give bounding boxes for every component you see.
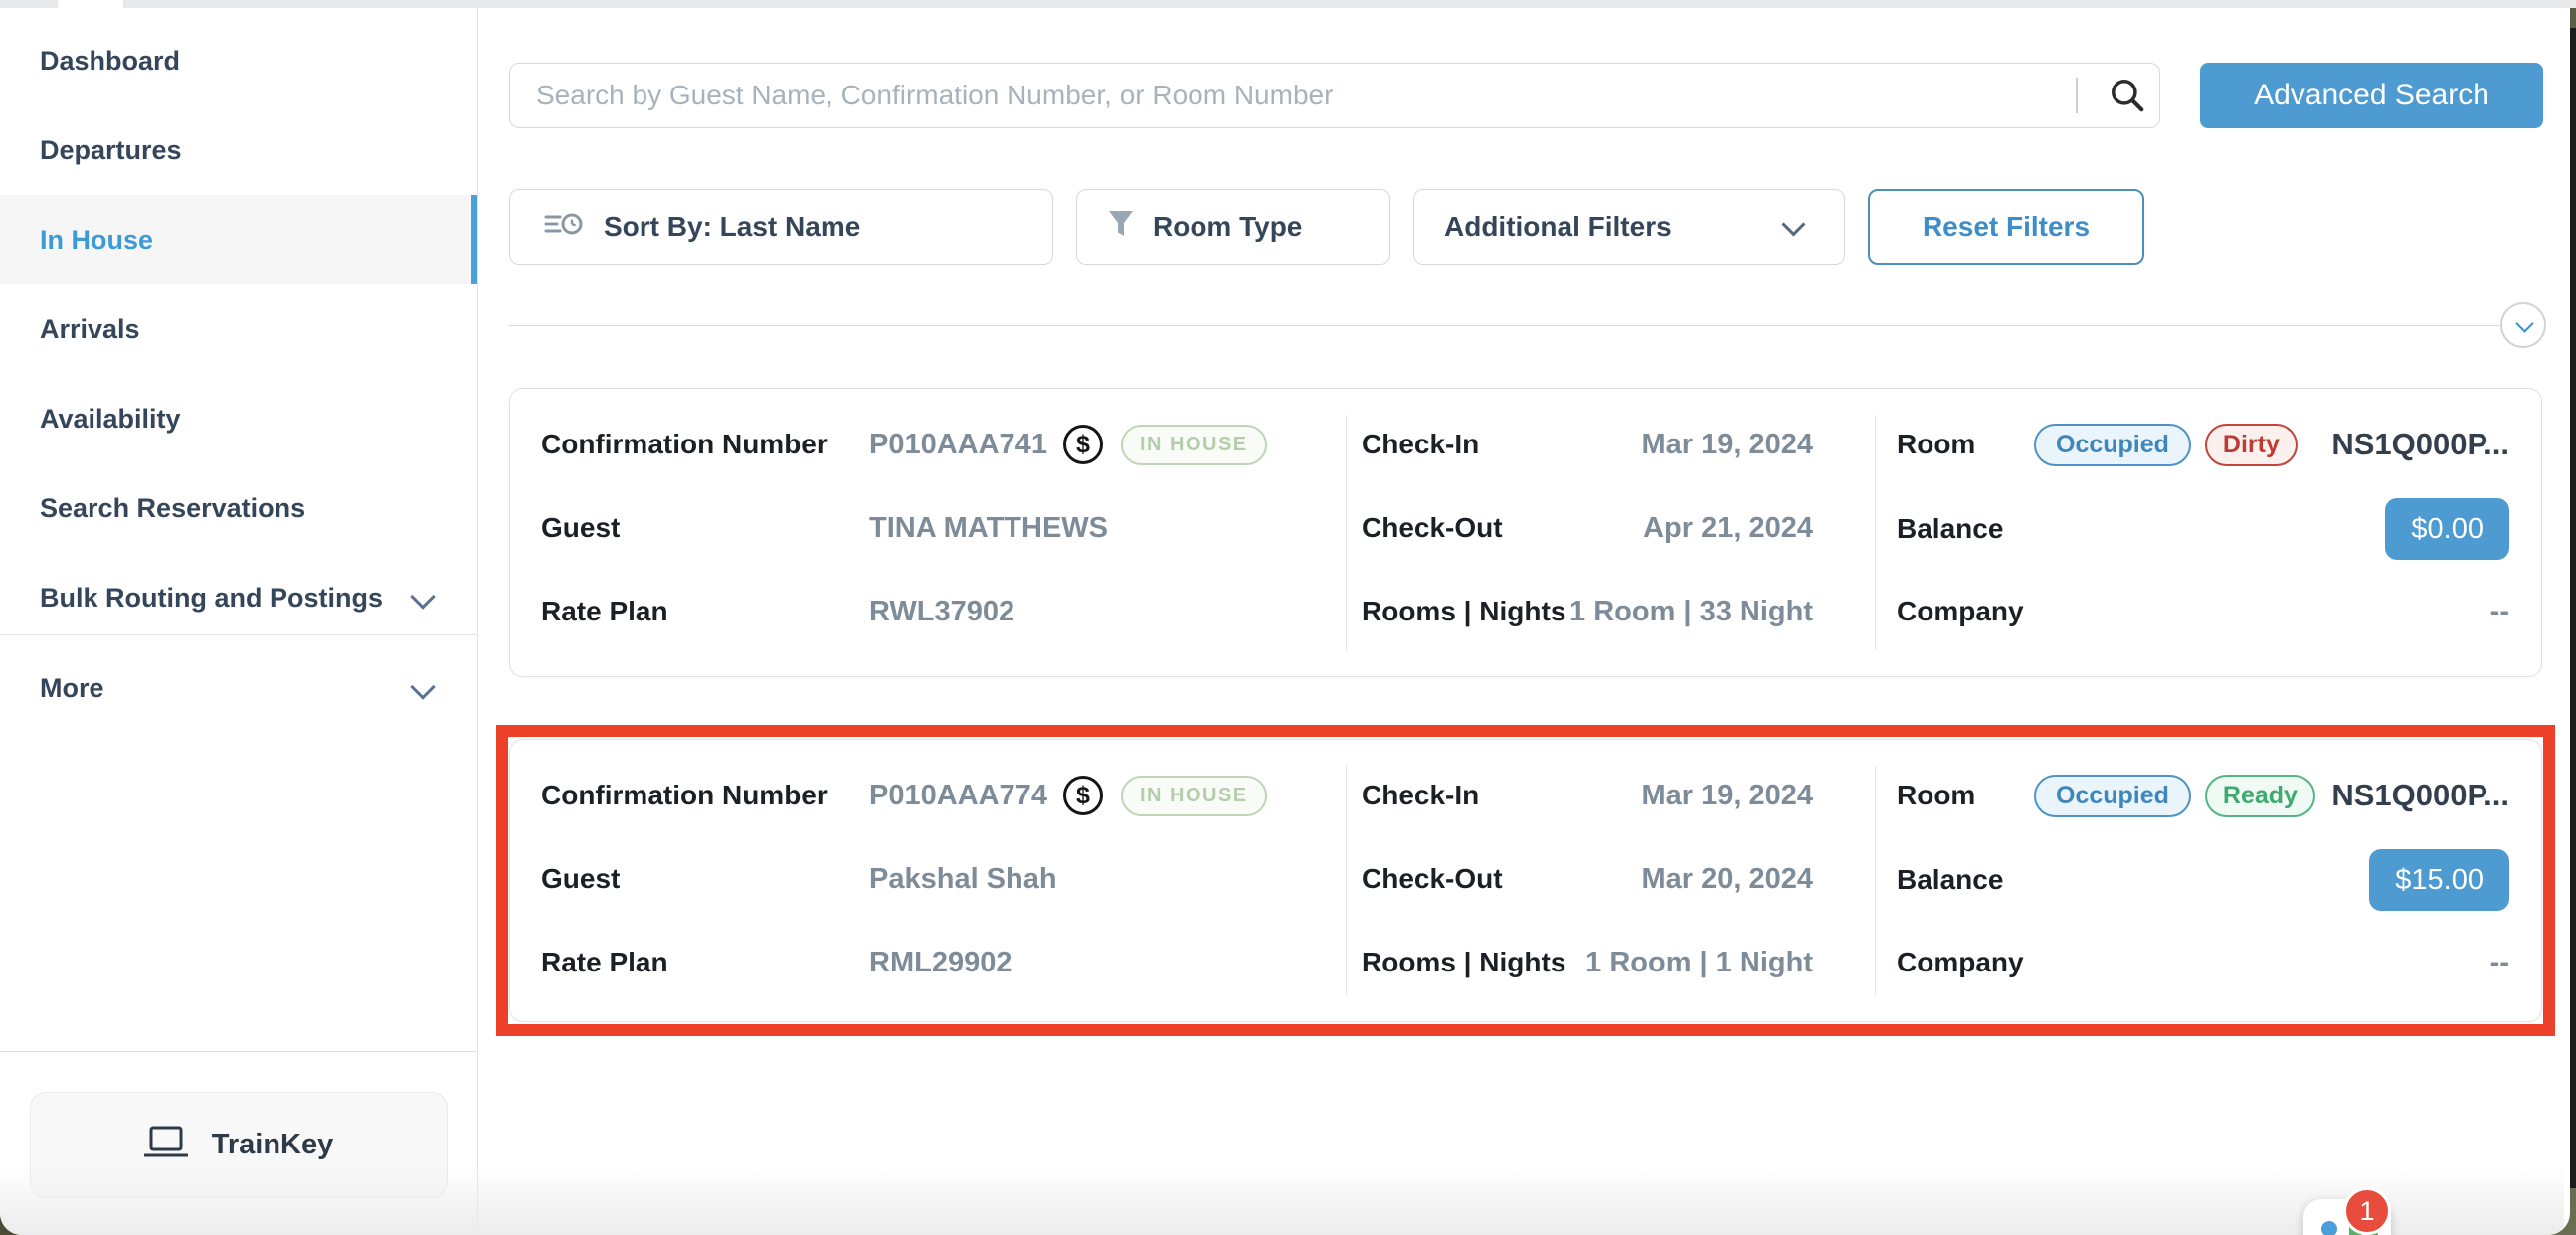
search-icon[interactable] [2096,64,2159,127]
room-number: NS1Q000P... [2331,778,2509,813]
rate-plan-label: Rate Plan [541,596,869,627]
sidebar: Dashboard Departures In House Arrivals A… [0,8,478,1235]
reservation-card[interactable]: Confirmation Number P010AAA741 $ IN HOUS… [509,388,2542,677]
balance-button[interactable]: $0.00 [2385,498,2509,560]
sidebar-item-label: In House [40,225,153,256]
guest-label: Guest [541,863,869,895]
sidebar-item-label: Departures [40,135,182,166]
check-in-label: Check-In [1362,780,1479,811]
company-label: Company [1897,596,2020,627]
company-value: -- [2490,947,2509,979]
sidebar-item-bulk-routing[interactable]: Bulk Routing and Postings [0,553,477,642]
sidebar-item-in-house[interactable]: In House [0,195,477,284]
rooms-nights-value: 1 Room | 1 Night [1585,947,1813,979]
company-label: Company [1897,947,2020,978]
dollar-icon[interactable]: $ [1063,776,1103,815]
check-in-value: Mar 19, 2024 [1641,429,1813,461]
chevron-down-icon [410,584,435,609]
sidebar-divider [0,634,477,635]
room-type-button[interactable]: Room Type [1076,189,1390,265]
confirmation-number-label: Confirmation Number [541,429,869,460]
card-divider [1346,766,1347,995]
room-number: NS1Q000P... [2331,427,2509,462]
sidebar-item-label: Availability [40,404,181,435]
sidebar-item-more[interactable]: More [0,643,477,733]
sidebar-item-arrivals[interactable]: Arrivals [0,284,477,374]
additional-filters-label: Additional Filters [1444,211,1672,243]
room-label: Room [1897,780,2020,811]
notification-badge: 1 [2343,1187,2391,1235]
chevron-down-icon [1781,212,1805,236]
sidebar-item-departures[interactable]: Departures [0,105,477,195]
sidebar-item-dashboard[interactable]: Dashboard [0,16,477,105]
room-type-label: Room Type [1153,211,1302,243]
right-edge-strip [2570,28,2576,1188]
sidebar-item-label: More [40,673,104,704]
check-out-label: Check-Out [1362,863,1503,895]
confirmation-number-label: Confirmation Number [541,780,869,811]
check-in-value: Mar 19, 2024 [1641,780,1813,812]
room-label: Room [1897,429,2020,460]
additional-filters-button[interactable]: Additional Filters [1413,189,1845,265]
rate-plan-value: RWL37902 [869,596,1014,628]
card-divider [1346,415,1347,650]
status-badge: IN HOUSE [1121,776,1267,816]
reservation-card[interactable]: Confirmation Number P010AAA774 $ IN HOUS… [509,739,2542,1022]
window-top-strip [0,0,2576,8]
sort-by-label: Sort By: Last Name [604,211,860,243]
rooms-nights-label: Rooms | Nights [1362,947,1565,978]
company-value: -- [2490,596,2509,628]
rate-plan-label: Rate Plan [541,947,869,978]
filter-funnel-icon [1107,209,1135,246]
dollar-icon[interactable]: $ [1063,425,1103,464]
balance-label: Balance [1897,864,2020,896]
sort-by-button[interactable]: Sort By: Last Name [509,189,1053,265]
search-input[interactable] [510,80,2076,111]
trainkey-label: TrainKey [212,1129,334,1161]
guest-value: Pakshal Shah [869,863,1057,896]
search-separator [2076,78,2078,113]
balance-button[interactable]: $15.00 [2369,849,2509,911]
status-badge: IN HOUSE [1121,425,1267,465]
collapse-toggle[interactable] [2500,302,2546,348]
rooms-nights-label: Rooms | Nights [1362,596,1565,627]
card-divider [1875,766,1876,995]
search-bar [509,63,2160,128]
sidebar-item-label: Dashboard [40,46,180,77]
check-out-value: Mar 20, 2024 [1641,863,1813,896]
rooms-nights-value: 1 Room | 33 Night [1569,596,1813,628]
laptop-icon [144,1125,188,1165]
advanced-search-button[interactable]: Advanced Search [2200,63,2543,128]
app-window: Dashboard Departures In House Arrivals A… [0,0,2570,1235]
confirmation-number-value: P010AAA774 [869,780,1047,812]
housekeeping-status-pill: Dirty [2205,424,2298,466]
guest-value: TINA MATTHEWS [869,512,1108,545]
reset-filters-button[interactable]: Reset Filters [1868,189,2144,265]
check-in-label: Check-In [1362,429,1479,460]
chevron-down-icon [410,674,435,699]
room-status-pill: Occupied [2034,424,2191,466]
sidebar-bottom-divider [0,1051,476,1052]
sidebar-item-label: Bulk Routing and Postings [40,583,383,614]
window-top-strip-notch [58,0,123,8]
check-out-value: Apr 21, 2024 [1643,512,1813,545]
sidebar-item-availability[interactable]: Availability [0,374,477,463]
sidebar-item-label: Arrivals [40,314,140,345]
confirmation-number-value: P010AAA741 [869,429,1047,461]
check-out-label: Check-Out [1362,512,1503,544]
guest-label: Guest [541,512,869,544]
section-divider [509,325,2499,326]
housekeeping-status-pill: Ready [2205,775,2315,817]
sidebar-item-search-reservations[interactable]: Search Reservations [0,463,477,553]
rate-plan-value: RML29902 [869,947,1012,979]
balance-label: Balance [1897,513,2020,545]
sort-icon [544,209,584,246]
notification-count: 1 [2359,1196,2374,1227]
card-divider [1875,415,1876,650]
room-status-pill: Occupied [2034,775,2191,817]
chevron-down-icon [2515,314,2533,332]
sidebar-item-label: Search Reservations [40,493,305,524]
bottom-fade [0,1165,2564,1235]
